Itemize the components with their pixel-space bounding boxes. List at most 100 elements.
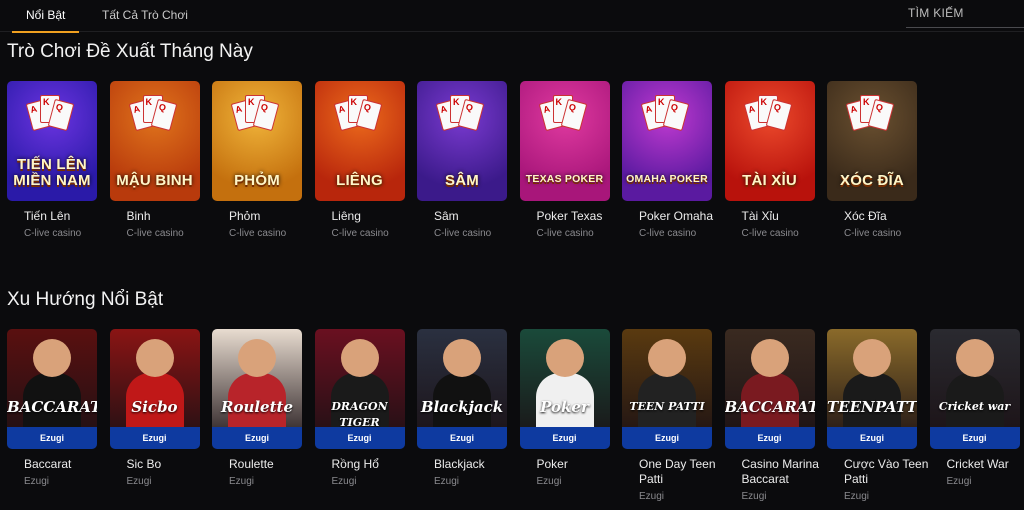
provider-band: Ezugi	[519, 427, 610, 449]
playing-cards-icon: AKQ	[538, 95, 588, 139]
provider-band: Ezugi	[417, 427, 507, 449]
live-game-card[interactable]: Blackjack Ezugi Blackjack Ezugi	[417, 329, 507, 487]
game-logo: TEENPATTI	[827, 398, 917, 416]
game-thumbnail[interactable]: A K Q PHỎM	[212, 81, 302, 201]
game-thumbnail[interactable]: A K Q TIẾN LÊN MIỀN NAM	[7, 81, 97, 201]
playing-cards-icon: AKQ	[845, 95, 895, 139]
game-provider: C-live casino	[434, 228, 492, 239]
game-logo: Poker	[540, 398, 589, 416]
game-name: Poker	[536, 457, 568, 471]
game-provider: C-live casino	[229, 228, 287, 239]
game-thumbnail[interactable]: BACCARAT Ezugi	[724, 329, 815, 449]
playing-cards-icon: AKQ	[128, 95, 178, 139]
game-provider: Ezugi	[126, 476, 152, 487]
game-name: Poker Omaha	[639, 209, 714, 223]
game-card[interactable]: A K Q XÓC ĐĨA Xóc Đĩa C-live casino	[827, 81, 917, 239]
playing-cards-icon: AKQ	[25, 95, 75, 139]
game-provider: Ezugi	[536, 476, 562, 487]
provider-band: Ezugi	[929, 427, 1020, 449]
game-art-title: PHỎM	[234, 172, 280, 189]
playing-cards-icon: AKQ	[640, 95, 690, 139]
provider-band: Ezugi	[724, 427, 815, 449]
game-thumbnail[interactable]: Blackjack Ezugi	[417, 329, 507, 449]
provider-band: Ezugi	[314, 427, 405, 449]
playing-cards-icon: AKQ	[435, 95, 485, 139]
game-thumbnail[interactable]: A K Q XÓC ĐĨA	[827, 81, 917, 201]
game-provider: Ezugi	[434, 476, 460, 487]
dealer-avatar	[545, 339, 584, 377]
game-logo: BACCARAT	[724, 398, 815, 416]
game-thumbnail[interactable]: BACCARAT Ezugi	[7, 329, 97, 449]
game-card[interactable]: A K Q TEXAS POKER Poker Texas C-live casino	[519, 81, 610, 239]
game-card[interactable]: A K Q OMAHA POKER Poker Omaha C-live casino	[622, 81, 713, 239]
game-name: Tài Xỉu	[741, 209, 779, 223]
game-art-title: OMAHA POKER	[626, 173, 708, 185]
game-name: Sâm	[434, 209, 459, 223]
game-art-title: LIÊNG	[336, 172, 383, 189]
game-thumbnail[interactable]: A K Q TÀI XỈU	[724, 81, 815, 201]
provider-band: Ezugi	[622, 427, 712, 449]
live-game-card[interactable]: BACCARAT Ezugi Casino Marina Baccarat Ezugi	[724, 329, 819, 502]
game-thumbnail[interactable]: TEEN PATTI Ezugi	[622, 329, 712, 449]
game-card[interactable]: A K Q PHỎM Phỏm C-live casino	[212, 81, 302, 239]
game-provider: C-live casino	[741, 228, 799, 239]
game-thumbnail[interactable]: Poker Ezugi	[519, 329, 610, 449]
game-thumbnail[interactable]: A K Q MẬU BINH	[109, 81, 200, 201]
game-art-title: XÓC ĐĨA	[840, 172, 904, 189]
section-title-recommended: Trò Chơi Đề Xuất Tháng Này	[7, 41, 253, 62]
game-thumbnail[interactable]: A K Q SÂM	[417, 81, 507, 201]
game-provider: Ezugi	[229, 476, 255, 487]
game-thumbnail[interactable]: DRAGON TIGER Ezugi	[314, 329, 405, 449]
game-name: Cricket War	[946, 457, 1009, 471]
live-game-card[interactable]: Poker Ezugi Poker Ezugi	[519, 329, 610, 487]
live-game-card[interactable]: Roulette Ezugi Roulette Ezugi	[212, 329, 302, 487]
game-thumbnail[interactable]: A K Q OMAHA POKER	[622, 81, 712, 201]
game-thumbnail[interactable]: Roulette Ezugi	[212, 329, 302, 449]
game-card[interactable]: A K Q TÀI XỈU Tài Xỉu C-live casino	[724, 81, 815, 239]
live-game-card[interactable]: Sicbo Ezugi Sic Bo Ezugi	[109, 329, 200, 487]
game-logo: BACCARAT	[7, 398, 97, 416]
game-card[interactable]: A K Q TIẾN LÊN MIỀN NAM Tiến Lên C-live casin…	[7, 81, 97, 239]
game-card[interactable]: A K Q MẬU BINH Binh C-live casino	[109, 81, 200, 239]
tab-featured[interactable]: Nổi Bật	[11, 0, 80, 33]
game-name: Liêng	[331, 209, 361, 223]
game-card[interactable]: A K Q SÂM Sâm C-live casino	[417, 81, 507, 239]
playing-cards-icon: AKQ	[333, 95, 383, 139]
live-game-card[interactable]: TEEN PATTI Ezugi One Day Teen Patti Ezugi	[622, 329, 716, 502]
game-name: Sic Bo	[126, 457, 162, 471]
game-name: Baccarat	[24, 457, 72, 471]
live-game-card[interactable]: Cricket war Ezugi Cricket War Ezugi	[929, 329, 1020, 487]
tab-all-games[interactable]: Tất Cả Trò Chơi	[102, 0, 188, 32]
dealer-avatar	[955, 339, 994, 377]
dealer-avatar	[853, 339, 891, 377]
game-provider: Ezugi	[639, 491, 665, 502]
game-thumbnail[interactable]: A K Q TEXAS POKER	[519, 81, 610, 201]
search-input[interactable]: TÌM KIẾM	[906, 2, 1024, 28]
game-thumbnail[interactable]: A K Q LIÊNG	[314, 81, 405, 201]
game-provider: Ezugi	[946, 476, 972, 487]
live-game-card[interactable]: DRAGON TIGER Ezugi Rồng Hổ Ezugi	[314, 329, 405, 487]
game-logo: TEEN PATTI	[629, 400, 705, 413]
game-logo: Blackjack	[420, 398, 504, 416]
game-thumbnail[interactable]: TEENPATTI Ezugi	[827, 329, 917, 449]
provider-band: Ezugi	[212, 427, 302, 449]
game-name: Blackjack	[434, 457, 485, 471]
game-name: Cược Vào Teen Patti	[844, 457, 929, 486]
game-art-title: MẬU BINH	[116, 172, 193, 189]
game-card[interactable]: A K Q LIÊNG Liêng C-live casino	[314, 81, 405, 239]
game-name: Poker Texas	[536, 209, 603, 223]
dealer-avatar	[33, 339, 71, 377]
game-name: Xóc Đĩa	[844, 209, 887, 223]
live-game-card[interactable]: TEENPATTI Ezugi Cược Vào Teen Patti Ezugi	[827, 329, 928, 502]
game-name: Roulette	[229, 457, 274, 471]
game-art-title: TEXAS POKER	[525, 173, 604, 185]
game-thumbnail[interactable]: Cricket war Ezugi	[929, 329, 1020, 449]
playing-cards-icon: AKQ	[230, 95, 280, 139]
game-art-title: TÀI XỈU	[742, 172, 797, 189]
dealer-avatar	[750, 339, 789, 377]
live-game-card[interactable]: BACCARAT Ezugi Baccarat Ezugi	[7, 329, 97, 487]
game-logo: Roulette	[220, 398, 294, 416]
game-logo: Cricket war	[938, 400, 1011, 413]
top-nav: Nổi Bật Tất Cả Trò Chơi TÌM KIẾM	[0, 0, 1024, 33]
game-thumbnail[interactable]: Sicbo Ezugi	[109, 329, 200, 449]
